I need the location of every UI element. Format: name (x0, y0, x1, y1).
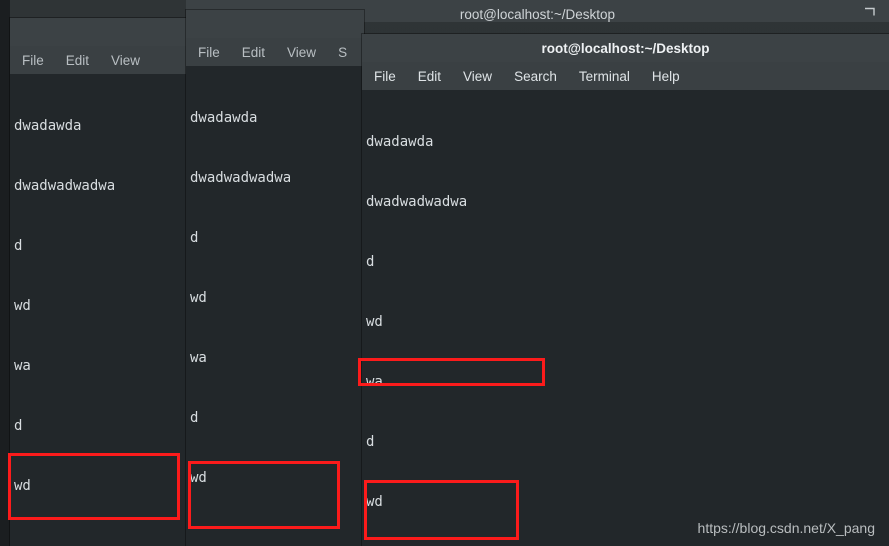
terminal-line: dwadawda (190, 110, 258, 126)
terminal-line: d (366, 254, 375, 270)
window-titlebar-right[interactable]: root@localhost:~/Desktop (362, 34, 889, 62)
menu-item-edit[interactable]: Edit (418, 69, 441, 84)
menu-item-file[interactable]: File (22, 53, 44, 68)
window-title-right: root@localhost:~/Desktop (541, 40, 710, 56)
terminal-line: dwadawda (14, 118, 82, 134)
menubar-left[interactable]: File Edit View (10, 46, 190, 74)
menubar-middle[interactable]: File Edit View S (186, 38, 364, 66)
terminal-line: wa (14, 358, 31, 374)
terminal-line: wd (14, 298, 31, 314)
terminal-line: wa (366, 374, 383, 390)
terminal-window-middle[interactable]: File Edit View S dwadawda dwadwadwadwa d… (186, 10, 364, 546)
menu-item-terminal[interactable]: Terminal (579, 69, 630, 84)
terminal-line: dwadwadwadwa (14, 178, 116, 194)
menu-item-view[interactable]: View (287, 45, 316, 60)
menu-item-edit[interactable]: Edit (242, 45, 265, 60)
terminal-window-left[interactable]: File Edit View dwadawda dwadwadwadwa d w… (10, 18, 190, 546)
desktop-left-edge (0, 0, 10, 546)
terminal-line: d (190, 410, 199, 426)
terminal-line: wd (366, 314, 383, 330)
terminal-content-left[interactable]: dwadawda dwadwadwadwa d wd wa d wd wa dw… (10, 74, 190, 546)
terminal-line: dwadawda (366, 134, 434, 150)
terminal-content-right[interactable]: dwadawda dwadwadwadwa d wd wa d wd wa dw… (362, 90, 889, 546)
terminal-line: wa (190, 350, 207, 366)
menu-item-file[interactable]: File (374, 69, 396, 84)
menu-item-view[interactable]: View (463, 69, 492, 84)
menu-item-search[interactable]: Search (514, 69, 557, 84)
terminal-line: wd (190, 470, 207, 486)
window-controls-back[interactable] (864, 6, 875, 17)
menu-item-edit[interactable]: Edit (66, 53, 89, 68)
terminal-content-middle[interactable]: dwadawda dwadwadwadwa d wd wa d wd wa dw… (186, 66, 364, 546)
terminal-line: d (14, 418, 23, 434)
terminal-line: dwadwadwadwa (190, 170, 292, 186)
terminal-window-right[interactable]: root@localhost:~/Desktop File Edit View … (362, 34, 889, 546)
terminal-line: d (190, 230, 199, 246)
window-titlebar-left[interactable] (10, 18, 190, 46)
window-titlebar-middle[interactable] (186, 10, 364, 38)
terminal-line: wd (366, 494, 383, 510)
menu-item-view[interactable]: View (111, 53, 140, 68)
menu-item-file[interactable]: File (198, 45, 220, 60)
terminal-line: dwadwadwadwa (366, 194, 468, 210)
menu-item-help[interactable]: Help (652, 69, 680, 84)
window-title-back: root@localhost:~/Desktop (459, 6, 616, 22)
menu-item-search[interactable]: S (338, 45, 347, 60)
terminal-line: wd (190, 290, 207, 306)
terminal-line: d (366, 434, 375, 450)
terminal-line: wd (14, 478, 31, 494)
terminal-line: d (14, 238, 23, 254)
maximize-icon[interactable] (864, 6, 875, 17)
menubar-right[interactable]: File Edit View Search Terminal Help (362, 62, 889, 90)
watermark: https://blog.csdn.net/X_pang (697, 520, 875, 536)
